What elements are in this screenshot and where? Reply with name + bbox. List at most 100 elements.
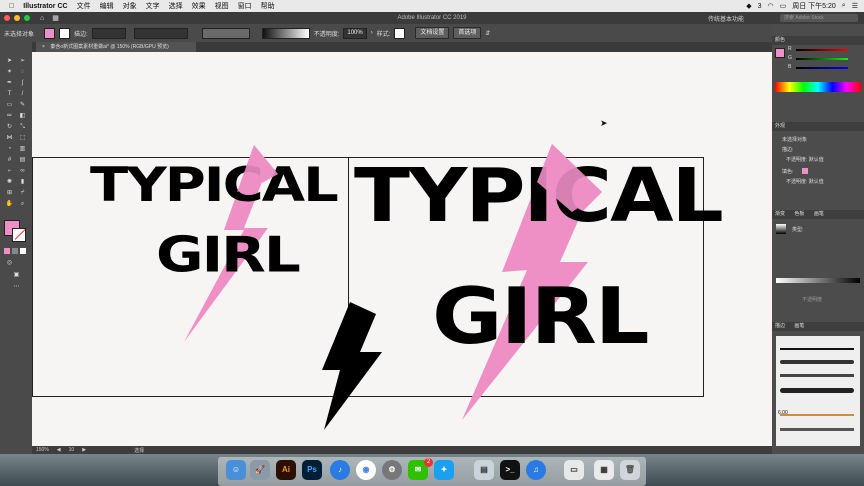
shape-builder-tool-icon[interactable]: ◔: [5, 146, 14, 153]
hand-tool-icon[interactable]: ✋: [5, 201, 14, 208]
display-icon[interactable]: ▭: [564, 460, 584, 480]
drawing-mode-icon[interactable]: ◎: [5, 260, 14, 267]
appearance-opacity-row-2[interactable]: 不透明度: 默认值: [786, 178, 824, 185]
menu-extras-icon[interactable]: ☰: [852, 2, 858, 10]
stock-search-input[interactable]: 搜索 Adobe Stock: [780, 14, 858, 22]
menu-help[interactable]: 帮助: [261, 1, 275, 11]
color-mode-icon[interactable]: [4, 248, 10, 254]
curvature-tool-icon[interactable]: ∫: [18, 80, 27, 87]
column-graph-tool-icon[interactable]: ▮: [18, 179, 27, 186]
appearance-stroke-row[interactable]: 描边:: [782, 146, 793, 153]
stroke-tab[interactable]: 描边: [775, 323, 785, 329]
brush-definition-field[interactable]: [201, 27, 250, 39]
gradient-mode-icon[interactable]: [12, 248, 18, 254]
selection-tool-icon[interactable]: ➤: [5, 58, 14, 65]
dropbox-icon[interactable]: ◆: [746, 2, 751, 10]
artboard-tool-icon[interactable]: ⊞: [5, 190, 14, 197]
scale-tool-icon[interactable]: ⤡: [18, 124, 27, 131]
appearance-fill-row[interactable]: 填色:: [782, 168, 793, 175]
wifi-icon[interactable]: ◠: [767, 2, 773, 10]
perspective-grid-tool-icon[interactable]: ▥: [18, 146, 27, 153]
screen-mode-icon[interactable]: ▣: [12, 272, 21, 279]
artboard-number[interactable]: 10: [69, 447, 75, 453]
fill-swatch[interactable]: [44, 27, 56, 39]
menu-window[interactable]: 窗口: [238, 1, 252, 11]
gradient-preview[interactable]: [776, 224, 786, 234]
illustrator-icon[interactable]: Ai: [276, 460, 296, 480]
qq-icon[interactable]: ✦: [434, 460, 454, 480]
opacity-field[interactable]: 100%: [343, 27, 367, 39]
opacity-chevron-icon[interactable]: ›: [371, 30, 373, 36]
type-tool-icon[interactable]: T: [5, 91, 14, 98]
direct-selection-tool-icon[interactable]: ➢: [18, 58, 27, 65]
menu-object[interactable]: 对象: [123, 1, 137, 11]
line-tool-icon[interactable]: /: [18, 91, 27, 98]
workspace-switcher[interactable]: 传统基本功能: [708, 14, 744, 23]
width-tool-icon[interactable]: ⋈: [5, 135, 14, 142]
eraser-tool-icon[interactable]: ◧: [18, 113, 27, 120]
mesh-tool-icon[interactable]: #: [5, 157, 14, 164]
gradient-slider[interactable]: [776, 278, 860, 283]
eyedropper-tool-icon[interactable]: ⌐: [5, 168, 14, 175]
system-preferences-icon[interactable]: ⚙: [382, 460, 402, 480]
blend-tool-icon[interactable]: ∞: [18, 168, 27, 175]
itunes-icon[interactable]: ♫: [526, 460, 546, 480]
finder-icon[interactable]: ☺: [226, 460, 246, 480]
menu-file[interactable]: 文件: [77, 1, 91, 11]
arrange-icon[interactable]: ⇵: [485, 30, 490, 37]
menu-select[interactable]: 选择: [169, 1, 183, 11]
appearance-panel-tab[interactable]: 外观: [772, 122, 864, 131]
stroke-swatch[interactable]: [59, 27, 71, 39]
rotate-tool-icon[interactable]: ↻: [5, 124, 14, 131]
spotlight-icon[interactable]: ⌕: [842, 2, 846, 10]
terminal-icon[interactable]: >_: [500, 460, 520, 480]
gradient-tool-icon[interactable]: ▤: [18, 157, 27, 164]
color-spectrum[interactable]: [775, 82, 861, 92]
menu-type[interactable]: 文字: [146, 1, 160, 11]
pen-tool-icon[interactable]: ✒: [5, 80, 14, 87]
green-slider[interactable]: [796, 58, 848, 60]
slice-tool-icon[interactable]: ⌿: [18, 190, 27, 197]
blue-slider[interactable]: [796, 67, 848, 69]
clock[interactable]: 周日 下午5:20: [792, 1, 836, 11]
color-panel-tab[interactable]: 颜色: [772, 36, 864, 45]
stroke-weight-field[interactable]: [91, 27, 126, 39]
zoom-tool-icon[interactable]: ⌕: [18, 201, 27, 208]
swatches-tab[interactable]: 色板: [794, 211, 804, 217]
scanner-icon[interactable]: ▤: [474, 460, 494, 480]
shaper-tool-icon[interactable]: ✏: [5, 113, 14, 120]
stroke-color-box[interactable]: [12, 228, 26, 242]
canvas-area[interactable]: TYPICAL GIRL TYPICAL GIRL ➤: [32, 52, 772, 446]
document-tab[interactable]: × 秦含o新式图案素材重做ai* @ 150% (RGB/GPU 预览): [36, 42, 196, 52]
brush-library[interactable]: [776, 336, 860, 446]
menu-edit[interactable]: 编辑: [100, 1, 114, 11]
image-capture-icon[interactable]: ▦: [594, 460, 614, 480]
zoom-level[interactable]: 150%: [36, 447, 49, 453]
brush-tab[interactable]: 画笔: [794, 323, 804, 329]
free-transform-tool-icon[interactable]: ⬚: [18, 135, 27, 142]
paintbrush-tool-icon[interactable]: ✎: [18, 102, 27, 109]
preferences-button[interactable]: 首选项: [453, 27, 482, 39]
artboard-next-icon[interactable]: ▶: [82, 447, 86, 453]
appearance-fill-swatch[interactable]: [802, 168, 808, 174]
battery-icon[interactable]: ▭: [780, 2, 787, 10]
gradient-tab[interactable]: 渐变: [775, 211, 785, 217]
tab-close-icon[interactable]: ×: [42, 44, 45, 50]
music-icon[interactable]: ♪: [330, 460, 350, 480]
status-mode[interactable]: 选择: [134, 447, 144, 454]
menu-effect[interactable]: 效果: [192, 1, 206, 11]
appearance-opacity-row[interactable]: 不透明度: 默认值: [786, 156, 824, 163]
document-setup-button[interactable]: 文档设置: [415, 27, 450, 39]
rectangle-tool-icon[interactable]: ▭: [5, 102, 14, 109]
lasso-tool-icon[interactable]: ◌: [18, 69, 27, 76]
none-mode-icon[interactable]: [20, 248, 26, 254]
rocket-icon[interactable]: 🚀: [250, 460, 270, 480]
magic-wand-tool-icon[interactable]: ✶: [5, 69, 14, 76]
menu-view[interactable]: 视图: [215, 1, 229, 11]
variable-width-field[interactable]: [133, 27, 188, 39]
edit-toolbar-icon[interactable]: ⋯: [12, 284, 21, 291]
apple-icon[interactable]: : [9, 3, 14, 10]
red-slider[interactable]: [796, 49, 848, 51]
trash-icon[interactable]: 🗑: [620, 460, 640, 480]
app-menu[interactable]: Illustrator CC: [23, 3, 67, 10]
